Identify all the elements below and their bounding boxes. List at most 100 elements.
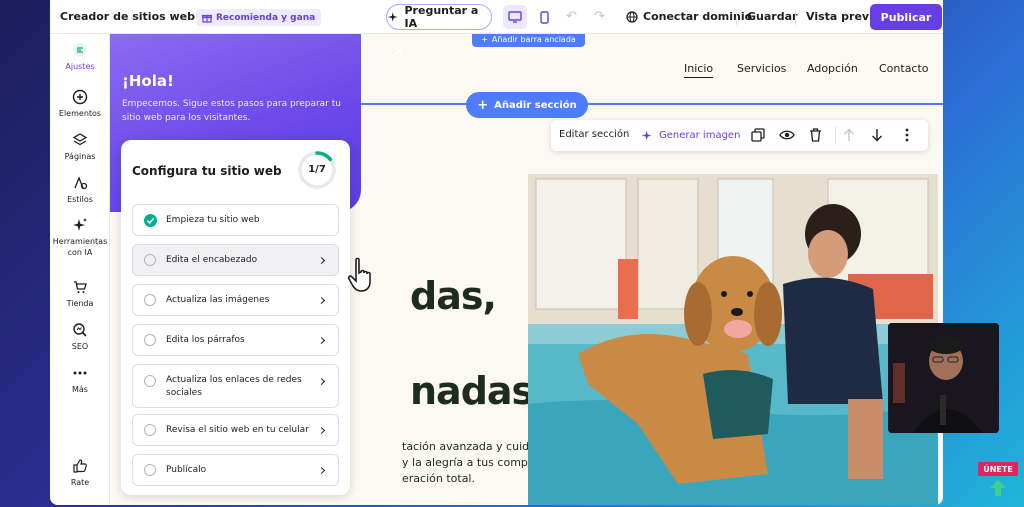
chevron-right-icon [317,336,326,345]
nav-link-servicios[interactable]: Servicios [737,62,786,75]
setup-checklist-card: Configura tu sitio web 1/7 Empieza tu si… [121,140,350,495]
sidebar-item-estilos[interactable]: Estilos [50,175,110,205]
radio-empty-icon [144,464,156,476]
edit-section-button[interactable]: Editar sección [559,129,629,140]
join-badge[interactable]: ÚNETE [978,462,1018,476]
chevron-right-icon [317,296,326,305]
sidebar-item-paginas[interactable]: Páginas [50,132,110,162]
check-icon [144,214,157,227]
checklist-item-label: Edita el encabezado [166,255,258,265]
styles-icon [74,176,88,190]
plus-circle-icon [72,89,88,105]
nav-link-inicio[interactable]: Inicio [684,62,713,75]
checklist-item[interactable]: Actualiza los enlaces de redes sociales [132,364,339,408]
radio-empty-icon [144,294,156,306]
greeting-title: ¡Hola! [122,72,174,90]
checklist-item[interactable]: Edita el encabezado [132,244,339,276]
generate-image-button[interactable]: Generar imagen [641,129,740,142]
nav-link-contacto[interactable]: Contacto [879,62,929,75]
sidebar-item-label: Estilos [67,195,93,204]
add-anchor-bar-label: Añadir barra anclada [491,35,576,44]
ai-spark-icon [387,12,398,22]
editor-window: Creador de sitios web Recomienda y gana … [50,0,943,505]
trash-icon[interactable] [809,128,822,142]
sidebar-item-elementos[interactable]: Elementos [50,89,110,119]
undo-icon[interactable]: ↶ [566,9,577,24]
ask-ai-button[interactable]: Preguntar a IA [386,4,492,30]
radio-empty-icon [144,375,156,387]
plus-icon: + [477,97,489,113]
divider [835,126,836,144]
hero-heading-line2[interactable]: nadas [410,369,534,413]
connect-domain-button[interactable]: Conectar dominio [626,10,752,23]
sidebar-item-mas[interactable]: Más [50,365,110,395]
more-icon [73,371,87,375]
mobile-view-button[interactable] [532,5,556,29]
sparkle-icon [73,218,87,231]
arrow-up-icon [990,480,1006,496]
site-selector[interactable]: Creador de sitios web [60,10,209,23]
checklist-item[interactable]: Actualiza las imágenes [132,284,339,316]
sidebar-item-ajustes[interactable]: Ajustes [50,42,110,72]
checklist-item-label: Revisa el sitio web en tu celular [166,425,309,435]
radio-empty-icon [144,254,156,266]
progress-text: 1/7 [308,164,326,175]
recommend-button[interactable]: Recomienda y gana [196,9,322,26]
layers-icon [72,133,88,146]
mobile-icon [539,10,549,24]
chevron-right-icon [317,426,326,435]
hero-heading-line1[interactable]: das, [410,274,497,318]
desktop-view-button[interactable] [503,5,527,29]
checklist-item-label: Empieza tu sitio web [166,215,260,225]
nav-link-adopcion[interactable]: Adopción [807,62,858,75]
generate-image-label: Generar imagen [659,130,741,141]
add-anchor-bar-button[interactable]: + Añadir barra anclada [472,34,585,47]
add-section-button[interactable]: + Añadir sección [466,92,588,118]
publish-button[interactable]: Publicar [870,4,942,30]
sidebar-item-tienda[interactable]: Tienda [50,279,110,309]
redo-icon[interactable]: ↷ [594,9,605,24]
close-icon[interactable]: ✕ [393,44,405,60]
divider [736,9,737,25]
more-vertical-icon[interactable] [905,128,909,142]
duplicate-icon[interactable] [751,128,765,142]
divider [795,9,796,25]
sidebar-item-seo[interactable]: SEO [50,322,110,352]
sidebar-item-label: Más [72,385,88,394]
checklist-item[interactable]: Edita los párrafos [132,324,339,356]
checklist-item-label: Actualiza los enlaces de redes sociales [166,375,302,398]
sidebar: Ajustes Elementos Páginas Estilos Herram… [50,34,110,505]
chevron-right-icon [317,256,326,265]
radio-empty-icon [144,424,156,436]
sidebar-item-label: Tienda [66,299,94,308]
radio-empty-icon [144,334,156,346]
checklist-item[interactable]: Publícalo [132,454,339,486]
sidebar-item-label: Herramientas con IA [52,237,108,257]
top-bar: Creador de sitios web Recomienda y gana … [50,0,943,34]
globe-icon [626,10,638,23]
sidebar-item-herramientas-ia[interactable]: Herramientas con IA [50,217,110,258]
recommend-label: Recomienda y gana [216,12,316,23]
sidebar-item-rate[interactable]: Rate [50,458,110,488]
checklist-item[interactable]: Empieza tu sitio web [132,204,339,236]
publish-label: Publicar [880,10,932,24]
chevron-right-icon [317,466,326,475]
dog-pool-photo [528,174,938,505]
hero-image[interactable] [528,174,938,505]
sidebar-item-label: SEO [71,342,89,351]
checklist-item-label: Actualiza las imágenes [166,295,270,305]
move-up-icon[interactable] [843,128,855,142]
plus-icon: + [481,35,488,44]
sidebar-item-label: Ajustes [65,62,95,71]
site-title: Creador de sitios web [60,10,196,23]
eye-icon[interactable] [779,128,795,142]
checklist-item[interactable]: Revisa el sitio web en tu celular [132,414,339,446]
greeting-text: Empecemos. Sigue estos pasos para prepar… [122,99,341,123]
seo-icon [73,323,87,337]
move-down-icon[interactable] [871,128,883,142]
desktop-icon [508,11,522,23]
sidebar-item-label: Elementos [58,109,102,118]
save-button[interactable]: Guardar [747,10,797,23]
webcam-overlay [888,323,999,433]
thumbs-up-icon [73,459,87,473]
